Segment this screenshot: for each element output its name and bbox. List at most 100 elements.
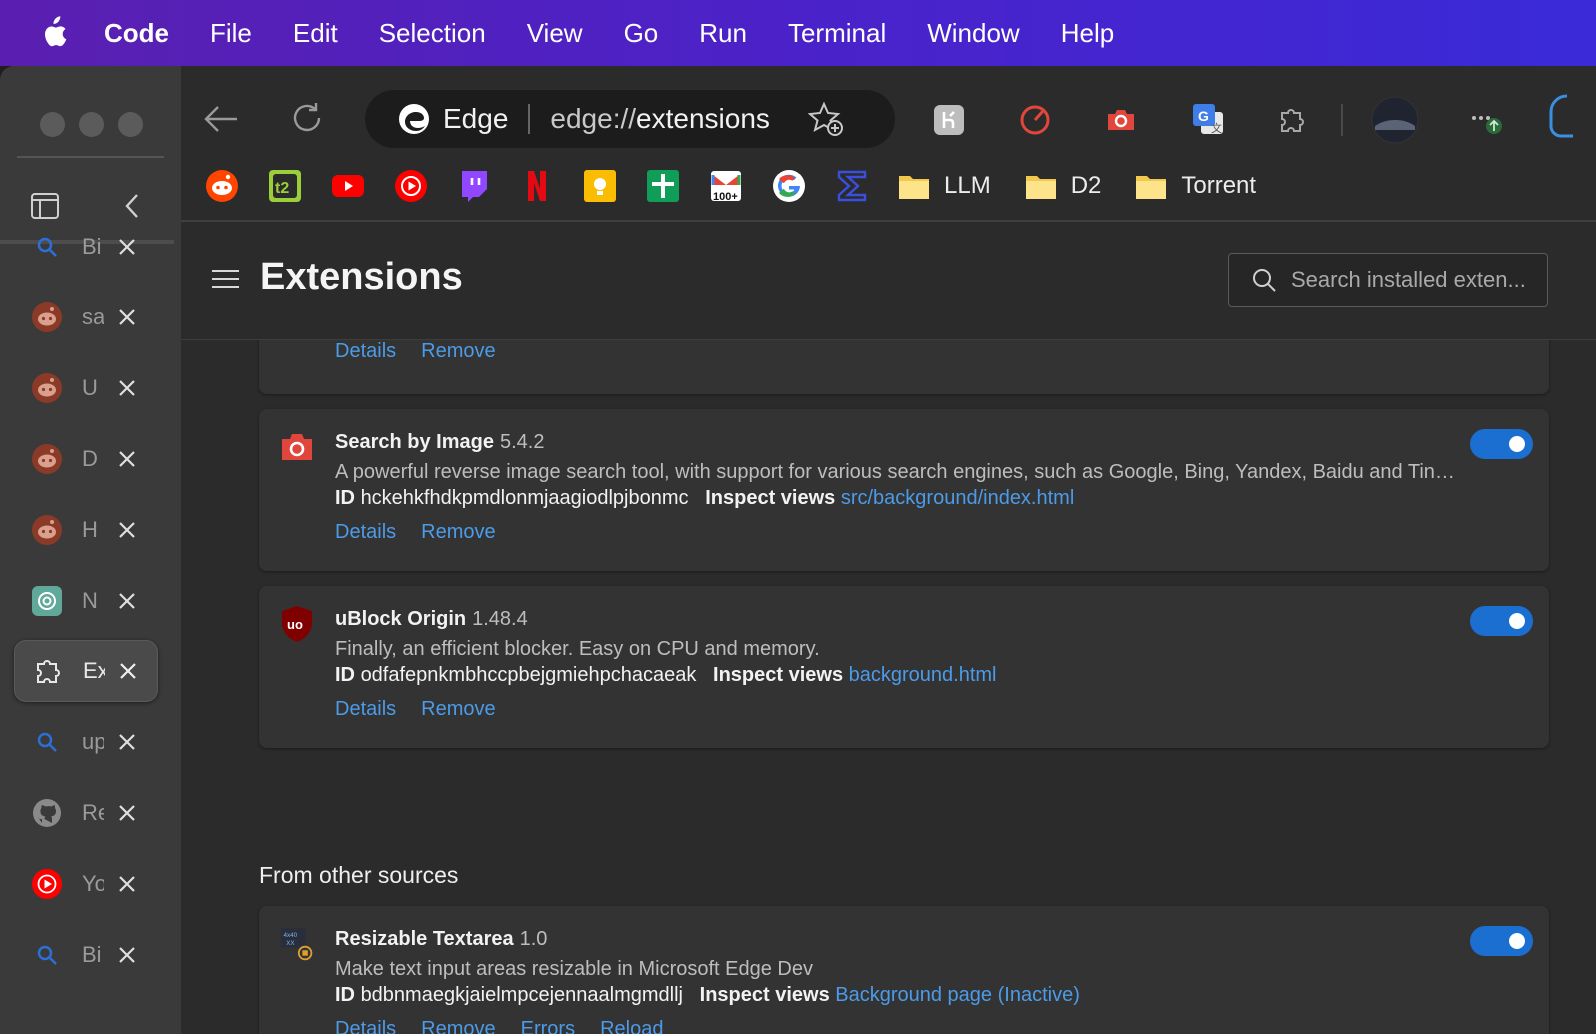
speed-test-extension-icon[interactable] [1019, 104, 1051, 136]
inspect-view-link[interactable]: src/background/index.html [841, 487, 1074, 509]
tab-title: D [82, 446, 98, 471]
inspect-view-link[interactable]: Background page (Inactive) [835, 984, 1080, 1006]
close-tab-icon[interactable] [115, 235, 139, 259]
enable-toggle[interactable] [1470, 926, 1533, 956]
translate-extension-icon[interactable]: G文 [1191, 102, 1225, 136]
bookmark-folder-torrent[interactable]: Torrent [1135, 172, 1256, 200]
browser-toolbar: Edge edge://extensions G文 t2 100+ LLM D2… [181, 66, 1596, 220]
close-tab-icon[interactable] [115, 518, 139, 542]
camera-extension-icon[interactable] [1105, 104, 1137, 136]
tab-title: Bi [82, 942, 102, 967]
camera-icon [279, 429, 315, 465]
hamburger-menu-icon[interactable] [212, 270, 239, 294]
extension-name: Search by Image 5.4.2 [335, 431, 544, 454]
reddit-icon [31, 514, 63, 546]
reddit-icon[interactable] [205, 169, 239, 203]
search-extensions-input[interactable] [1291, 267, 1541, 293]
menu-app-code[interactable]: Code [104, 18, 169, 49]
extensions-puzzle-icon[interactable] [1277, 104, 1309, 136]
menu-bar: Code File Edit Selection View Go Run Ter… [0, 0, 1596, 66]
sidebar-tab[interactable]: Bi [14, 924, 158, 986]
more-options-icon[interactable] [1469, 106, 1505, 136]
sidebar-tab-active[interactable]: Ex [14, 640, 158, 702]
extension-card: Search by Image 5.4.2 A powerful reverse … [259, 409, 1549, 571]
menu-run[interactable]: Run [699, 18, 747, 49]
close-tab-icon[interactable] [115, 376, 139, 400]
bookmark-folder-d2[interactable]: D2 [1025, 172, 1101, 200]
close-tab-icon[interactable] [115, 589, 139, 613]
sidebar-tab[interactable]: Re [14, 782, 158, 844]
page-title: Extensions [260, 256, 463, 298]
details-link[interactable]: Details [335, 698, 396, 721]
sigma-icon[interactable] [835, 169, 869, 203]
menu-view[interactable]: View [527, 18, 583, 49]
remove-link[interactable]: Remove [421, 340, 495, 363]
twitch-icon[interactable] [457, 169, 491, 203]
close-tab-icon[interactable] [115, 801, 139, 825]
sidebar-tab[interactable]: sa [14, 286, 158, 348]
tab-title: Bi [82, 234, 102, 259]
bookmark-folder-llm[interactable]: LLM [898, 172, 991, 200]
tab-title: sa [82, 304, 104, 329]
menu-file[interactable]: File [210, 18, 252, 49]
zoom-window-button[interactable] [118, 112, 143, 137]
close-tab-icon[interactable] [115, 447, 139, 471]
folder-icon [899, 176, 929, 199]
details-link[interactable]: Details [335, 521, 396, 544]
youtube-icon[interactable] [331, 169, 365, 203]
inspect-view-link[interactable]: background.html [849, 664, 997, 686]
back-arrow-icon[interactable] [203, 104, 239, 134]
apple-icon[interactable] [38, 16, 68, 50]
reload-link[interactable]: Reload [600, 1018, 663, 1034]
address-bar-url: edge://extensions [550, 103, 770, 135]
add-favorite-icon[interactable] [807, 101, 844, 137]
folder-icon [1025, 176, 1056, 199]
gmail-icon[interactable]: 100+ [709, 169, 743, 203]
youtube-music-icon[interactable] [394, 169, 428, 203]
details-link[interactable]: Details [335, 1018, 396, 1034]
menu-help[interactable]: Help [1061, 18, 1114, 49]
address-bar[interactable]: Edge edge://extensions [365, 90, 895, 148]
sidebar-tab[interactable]: N [14, 570, 158, 632]
refresh-icon[interactable] [289, 100, 325, 136]
close-tab-icon[interactable] [115, 305, 139, 329]
details-link[interactable]: Details [335, 340, 396, 363]
sidebar-tab[interactable]: Bi [14, 216, 158, 278]
sidebar-tab[interactable]: up [14, 711, 158, 773]
menu-window[interactable]: Window [927, 18, 1019, 49]
menu-terminal[interactable]: Terminal [788, 18, 886, 49]
close-tab-icon[interactable] [115, 943, 139, 967]
menu-selection[interactable]: Selection [379, 18, 486, 49]
close-tab-icon[interactable] [116, 659, 140, 683]
tab-title: up [82, 729, 104, 754]
keep-icon[interactable] [583, 169, 617, 203]
close-tab-icon[interactable] [115, 730, 139, 754]
errors-link[interactable]: Errors [521, 1018, 575, 1034]
menu-go[interactable]: Go [624, 18, 659, 49]
chatgpt-icon [31, 585, 63, 617]
google-icon[interactable] [772, 169, 806, 203]
sidebar-tab[interactable]: D [14, 428, 158, 490]
id-label: ID [335, 984, 355, 1006]
close-window-button[interactable] [40, 112, 65, 137]
profile-avatar[interactable] [1371, 96, 1419, 144]
close-tab-icon[interactable] [115, 872, 139, 896]
minimize-window-button[interactable] [79, 112, 104, 137]
sidebar-tab[interactable]: H [14, 499, 158, 561]
enable-toggle[interactable] [1470, 606, 1533, 636]
sheets-icon[interactable] [646, 169, 680, 203]
remove-link[interactable]: Remove [421, 521, 495, 544]
menu-edit[interactable]: Edit [293, 18, 338, 49]
netflix-icon[interactable] [520, 169, 554, 203]
enable-toggle[interactable] [1470, 429, 1533, 459]
youtube-music-icon [31, 868, 63, 900]
sidebar-tab[interactable]: U [14, 357, 158, 419]
remove-link[interactable]: Remove [421, 698, 495, 721]
ublock-origin-icon: uo [279, 606, 315, 642]
ta-icon[interactable]: t2 [268, 169, 302, 203]
remove-link[interactable]: Remove [421, 1018, 495, 1034]
keyboard-shortcut-extension-icon[interactable] [933, 104, 965, 136]
copilot-icon[interactable] [1547, 92, 1583, 148]
search-extensions-box[interactable] [1228, 253, 1548, 307]
sidebar-tab[interactable]: Yo [14, 853, 158, 915]
